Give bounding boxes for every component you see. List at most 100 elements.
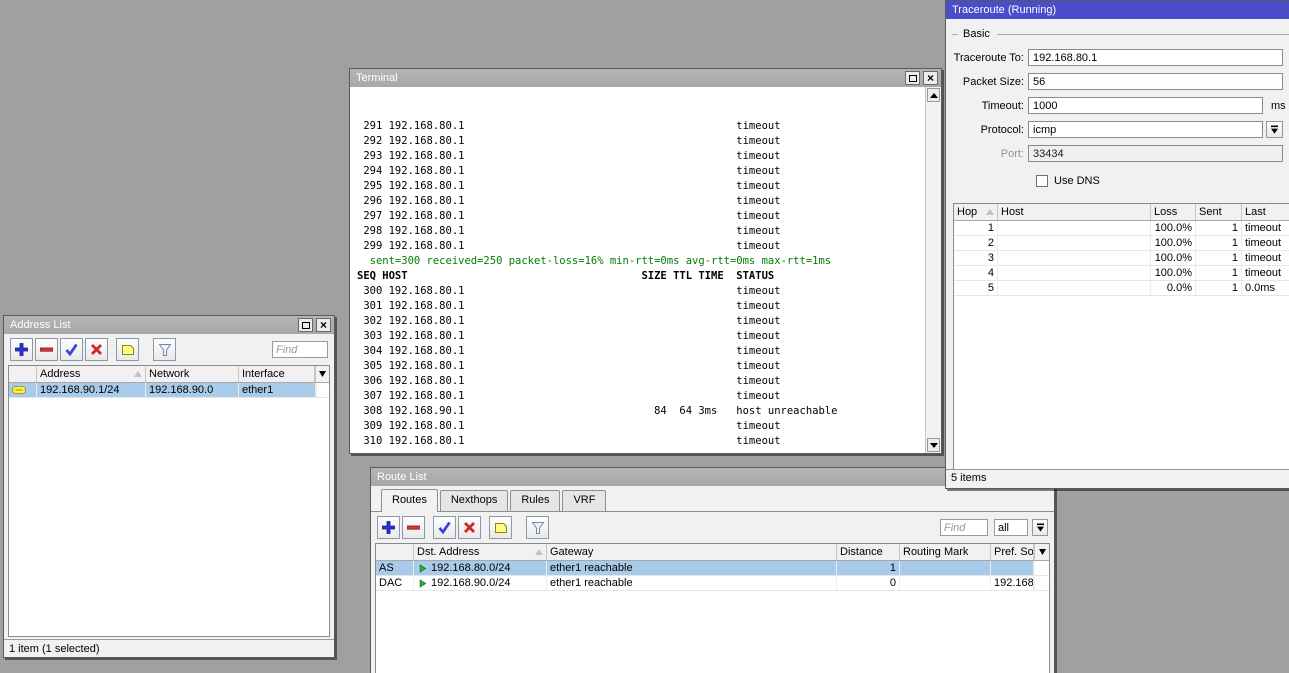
column-select-button[interactable]: [1034, 544, 1049, 560]
column-header-pref-source[interactable]: Pref. Source: [991, 544, 1034, 560]
column-header-routing-mark[interactable]: Routing Mark: [900, 544, 991, 560]
comment-button[interactable]: [489, 516, 512, 539]
disable-button[interactable]: [85, 338, 108, 361]
column-header-network[interactable]: Network: [146, 366, 239, 382]
last-cell: timeout: [1242, 251, 1289, 265]
loss-cell: 100.0%: [1151, 221, 1196, 235]
loss-cell: 100.0%: [1151, 266, 1196, 280]
hop-row[interactable]: 4 100.0% 1 timeout: [954, 266, 1289, 281]
hop-cell: 3: [954, 251, 998, 265]
dst-address-cell: 192.168.90.0/24: [431, 577, 511, 589]
terminal-line: 294 192.168.80.1 timeout: [357, 165, 781, 177]
column-header-interface[interactable]: Interface: [239, 366, 315, 382]
address-list-titlebar[interactable]: Address List ×: [4, 316, 334, 334]
hop-row[interactable]: 1 100.0% 1 timeout: [954, 221, 1289, 236]
find-input[interactable]: [272, 341, 328, 358]
column-header-gateway[interactable]: Gateway: [547, 544, 837, 560]
scroll-down-button[interactable]: [927, 438, 940, 452]
dropdown-arrow-icon: [319, 371, 326, 377]
protocol-label: Protocol:: [980, 123, 1024, 136]
hop-cell: 1: [954, 221, 998, 235]
route-row[interactable]: AS 192.168.80.0/24 ether1 reachable 1: [376, 561, 1049, 576]
filter-button[interactable]: [526, 516, 549, 539]
column-header-distance[interactable]: Distance: [837, 544, 900, 560]
column-header-hop[interactable]: Hop: [954, 204, 998, 220]
column-header-dst-address[interactable]: Dst. Address: [414, 544, 547, 560]
column-header-host[interactable]: Host: [998, 204, 1151, 220]
filter-button[interactable]: [153, 338, 176, 361]
terminal-line: 310 192.168.80.1 timeout: [357, 435, 781, 447]
traceroute-status: 5 items: [946, 469, 1289, 488]
timeout-label: Timeout:: [981, 99, 1024, 112]
address-list-rows: 192.168.90.1/24 192.168.90.0 ether1: [9, 383, 329, 398]
column-header-last[interactable]: Last: [1242, 204, 1289, 220]
use-dns-checkbox[interactable]: [1036, 175, 1048, 187]
host-cell: [998, 266, 1151, 280]
terminal-lines: 291 192.168.80.1 timeout 292 192.168.80.…: [357, 89, 923, 451]
remove-button[interactable]: [402, 516, 425, 539]
route-list-toolbar: all: [371, 512, 1054, 543]
column-select-button[interactable]: [315, 366, 329, 382]
protocol-input[interactable]: [1028, 121, 1263, 138]
column-header-flags[interactable]: [376, 544, 414, 560]
tab[interactable]: Rules: [510, 490, 561, 511]
route-list-rows: AS 192.168.80.0/24 ether1 reachable 1 DA…: [376, 561, 1049, 591]
tab[interactable]: Routes: [381, 489, 438, 512]
remove-button[interactable]: [35, 338, 58, 361]
maximize-icon: [301, 321, 310, 329]
find-input[interactable]: [940, 519, 988, 536]
sent-cell: 1: [1196, 251, 1242, 265]
close-button[interactable]: ×: [316, 318, 331, 332]
column-header-sent[interactable]: Sent: [1196, 204, 1242, 220]
last-cell: timeout: [1242, 221, 1289, 235]
hop-cell: 5: [954, 281, 998, 295]
maximize-button[interactable]: [298, 318, 313, 332]
traceroute-titlebar[interactable]: Traceroute (Running): [946, 1, 1289, 19]
disable-button[interactable]: [458, 516, 481, 539]
hop-row[interactable]: 2 100.0% 1 timeout: [954, 236, 1289, 251]
close-icon: ×: [926, 71, 934, 85]
terminal-line: 308 192.168.90.1 84 64 3ms host unreacha…: [357, 405, 838, 417]
column-header-loss[interactable]: Loss: [1151, 204, 1196, 220]
address-row[interactable]: 192.168.90.1/24 192.168.90.0 ether1: [9, 383, 329, 398]
terminal-line: 303 192.168.80.1 timeout: [357, 330, 781, 342]
add-button[interactable]: [10, 338, 33, 361]
enable-button[interactable]: [60, 338, 83, 361]
traceroute-to-input[interactable]: [1028, 49, 1283, 66]
flags-cell: DAC: [376, 576, 414, 590]
timeout-input[interactable]: [1028, 97, 1263, 114]
window-title: Traceroute (Running): [952, 4, 1057, 16]
address-list-toolbar: [4, 334, 334, 365]
tab[interactable]: VRF: [562, 490, 607, 511]
tab[interactable]: Nexthops: [439, 490, 509, 511]
packet-size-input[interactable]: [1028, 73, 1283, 90]
scroll-up-button[interactable]: [927, 88, 940, 102]
sent-cell: 1: [1196, 236, 1242, 250]
hop-row[interactable]: 3 100.0% 1 timeout: [954, 251, 1289, 266]
sort-indicator-icon: [535, 549, 543, 555]
filter-scope-select[interactable]: all: [994, 519, 1028, 536]
terminal-output[interactable]: 291 192.168.80.1 timeout 292 192.168.80.…: [350, 87, 941, 453]
terminal-line: 298 192.168.80.1 timeout: [357, 225, 781, 237]
pref-source-cell: 192.168.90.1: [991, 576, 1034, 590]
maximize-button[interactable]: [905, 71, 920, 85]
comment-button[interactable]: [116, 338, 139, 361]
terminal-line: 295 192.168.80.1 timeout: [357, 180, 781, 192]
scope-dropdown-button[interactable]: [1032, 519, 1048, 536]
enable-button[interactable]: [433, 516, 456, 539]
window-title: Terminal: [356, 72, 398, 84]
use-dns-label: Use DNS: [1054, 175, 1100, 187]
hop-row[interactable]: 5 0.0% 1 0.0ms: [954, 281, 1289, 296]
terminal-line: 300 192.168.80.1 timeout: [357, 285, 781, 297]
close-button[interactable]: ×: [923, 71, 938, 85]
route-row[interactable]: DAC 192.168.90.0/24 ether1 reachable 0 1…: [376, 576, 1049, 591]
add-button[interactable]: [377, 516, 400, 539]
column-header-icon[interactable]: [9, 366, 37, 382]
comment-note-icon: [121, 344, 134, 355]
protocol-dropdown-button[interactable]: [1266, 121, 1283, 138]
check-icon: [438, 521, 451, 535]
plus-icon: [382, 521, 395, 534]
terminal-titlebar[interactable]: Terminal ×: [350, 69, 941, 87]
terminal-scrollbar[interactable]: [925, 87, 941, 453]
column-header-address[interactable]: Address: [37, 366, 146, 382]
